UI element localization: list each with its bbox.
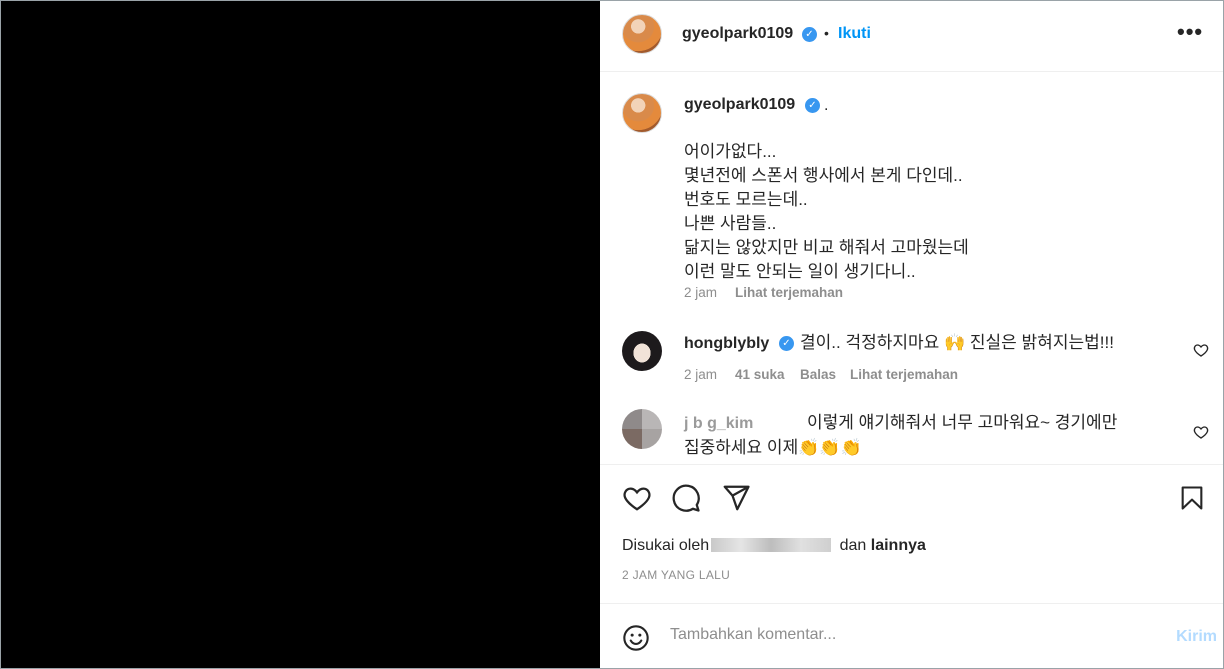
separator-dot: • <box>824 25 829 41</box>
send-comment-button[interactable]: Kirim <box>1176 628 1217 646</box>
comment-username[interactable]: hongblybly <box>684 335 769 353</box>
caption-suffix: . <box>824 97 829 114</box>
likes-others-link[interactable]: lainnya <box>871 537 926 554</box>
actions-divider <box>600 464 1223 465</box>
verified-badge-icon: ✓ <box>779 336 794 351</box>
liker-username-blurred[interactable] <box>711 537 832 552</box>
comment-like-icon[interactable] <box>1193 424 1209 440</box>
share-send-icon[interactable] <box>721 483 751 513</box>
comment-username[interactable]: j b g_kim <box>684 415 753 433</box>
comment-text-line1: 이렇게 얘기해줘서 너무 고마워요~ 경기에만 <box>807 413 1118 432</box>
comment-text: 결이.. 걱정하지마요 🙌 진실은 밝혀지는법!!! <box>800 333 1114 352</box>
follow-button[interactable]: Ikuti <box>838 25 871 43</box>
author-username[interactable]: gyeolpark0109 <box>682 25 793 43</box>
comment-likes[interactable]: 41 suka <box>735 367 785 382</box>
comment-translate-link[interactable]: Lihat terjemahan <box>850 367 958 382</box>
post-panel: gyeolpark0109 ✓ • Ikuti ••• gyeolpark010… <box>600 1 1223 668</box>
author-avatar[interactable] <box>622 14 662 54</box>
caption-translate-link[interactable]: Lihat terjemahan <box>735 285 843 300</box>
caption-username[interactable]: gyeolpark0109 <box>684 96 795 114</box>
caption-text: 어이가없다... 몇년전에 스폰서 행사에서 본게 다인데.. 번호도 모르는데… <box>684 142 969 281</box>
caption-time[interactable]: 2 jam <box>684 285 717 300</box>
save-bookmark-icon[interactable] <box>1178 484 1206 512</box>
post-timestamp[interactable]: 2 JAM YANG LALU <box>622 568 730 582</box>
comment-bubble-icon[interactable] <box>671 483 701 513</box>
emoji-icon[interactable] <box>622 624 650 652</box>
likes-summary: Disukai oleh dan lainnya <box>622 537 926 555</box>
add-comment-bar: Kirim <box>600 603 1223 668</box>
commenter-avatar[interactable] <box>622 331 662 371</box>
comment-text-line2: 집중하세요 이제👏👏👏 <box>684 438 862 457</box>
comment-like-icon[interactable] <box>1193 342 1209 358</box>
likes-prefix: Disukai oleh <box>622 537 710 554</box>
caption-avatar[interactable] <box>622 93 662 133</box>
post-header: gyeolpark0109 ✓ • Ikuti ••• <box>600 1 1223 72</box>
likes-middle: dan <box>839 537 867 554</box>
like-heart-icon[interactable] <box>622 483 652 513</box>
comment-input[interactable] <box>670 626 1140 644</box>
comment-time[interactable]: 2 jam <box>684 367 717 382</box>
reply-button[interactable]: Balas <box>800 367 836 382</box>
verified-badge-icon: ✓ <box>805 98 820 113</box>
post-media[interactable] <box>1 1 600 668</box>
commenter-avatar[interactable] <box>622 409 662 449</box>
verified-badge-icon: ✓ <box>802 27 817 42</box>
more-options-icon[interactable]: ••• <box>1177 19 1203 45</box>
